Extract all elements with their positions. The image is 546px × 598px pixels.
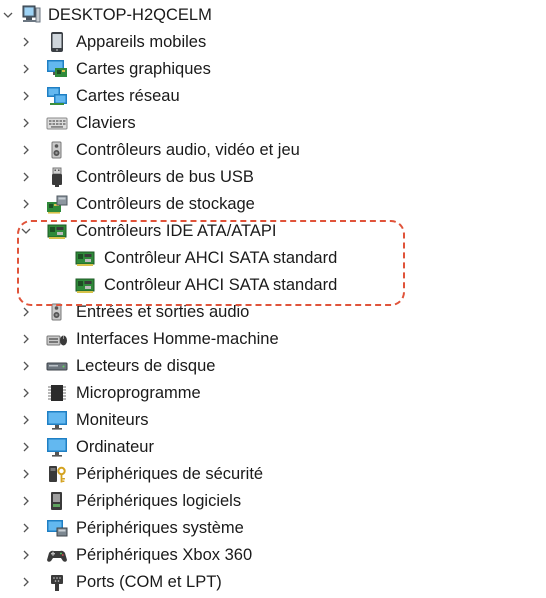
tree-item-label: Claviers [76, 114, 136, 132]
tree-category[interactable]: Périphériques Xbox 360 [0, 542, 546, 569]
chevron-right-icon[interactable] [19, 305, 33, 319]
tree-category[interactable]: Périphériques système [0, 515, 546, 542]
chevron-right-icon[interactable] [19, 494, 33, 508]
tree-category[interactable]: Interfaces Homme-machine [0, 326, 546, 353]
tree-item-label: Ports (COM et LPT) [76, 573, 222, 591]
chevron-right-icon[interactable] [19, 35, 33, 49]
security-key-icon [46, 463, 68, 485]
chevron-right-icon[interactable] [19, 62, 33, 76]
tree-item-label: Cartes graphiques [76, 60, 211, 78]
speaker-icon [46, 139, 68, 161]
tree-category[interactable]: Lecteurs de disque [0, 353, 546, 380]
chevron-down-icon[interactable] [1, 8, 15, 22]
tree-category[interactable]: Moniteurs [0, 407, 546, 434]
chevron-down-icon[interactable] [19, 224, 33, 238]
software-device-icon [46, 490, 68, 512]
tree-root[interactable]: DESKTOP-H2QCELM [0, 2, 546, 29]
chevron-right-icon[interactable] [19, 467, 33, 481]
storage-controller-icon [46, 193, 68, 215]
tree-category[interactable]: Cartes réseau [0, 83, 546, 110]
usb-icon [46, 166, 68, 188]
monitor-icon [46, 436, 68, 458]
chevron-right-icon[interactable] [19, 359, 33, 373]
tree-item-label: Contrôleur AHCI SATA standard [104, 249, 338, 267]
chevron-right-icon[interactable] [19, 332, 33, 346]
firmware-chip-icon [46, 382, 68, 404]
tree-category[interactable]: Appareils mobiles [0, 29, 546, 56]
tree-item-label: Microprogramme [76, 384, 201, 402]
tree-category[interactable]: Contrôleurs audio, vidéo et jeu [0, 137, 546, 164]
tree-item-label: Périphériques Xbox 360 [76, 546, 253, 564]
tree-item-label: Ordinateur [76, 438, 154, 456]
tree-device[interactable]: Contrôleur AHCI SATA standard [0, 272, 546, 299]
tree-item-label: Entrées et sorties audio [76, 303, 250, 321]
tree-category[interactable]: Contrôleurs de stockage [0, 191, 546, 218]
chevron-right-icon[interactable] [19, 89, 33, 103]
tree-item-label: Contrôleur AHCI SATA standard [104, 276, 338, 294]
computer-icon [20, 4, 42, 26]
keyboard-icon [46, 112, 68, 134]
tree-item-label: Cartes réseau [76, 87, 180, 105]
ide-controller-icon [74, 274, 96, 296]
tree-item-label: Périphériques système [76, 519, 244, 537]
display-adapter-icon [46, 58, 68, 80]
tree-category[interactable]: Périphériques logiciels [0, 488, 546, 515]
tree-item-label: Périphériques de sécurité [76, 465, 264, 483]
chevron-right-icon[interactable] [19, 170, 33, 184]
tree-item-label: Lecteurs de disque [76, 357, 216, 375]
tree-category[interactable]: Microprogramme [0, 380, 546, 407]
chevron-right-icon[interactable] [19, 440, 33, 454]
tree-item-label: Contrôleurs de stockage [76, 195, 255, 213]
tree-item-label: Contrôleurs audio, vidéo et jeu [76, 141, 300, 159]
tree-category[interactable]: Entrées et sorties audio [0, 299, 546, 326]
network-adapter-icon [46, 85, 68, 107]
tree-category[interactable]: Claviers [0, 110, 546, 137]
tree-category[interactable]: Contrôleurs IDE ATA/ATAPI [0, 218, 546, 245]
gamepad-icon [46, 544, 68, 566]
tree-category[interactable]: Périphériques de sécurité [0, 461, 546, 488]
chevron-right-icon[interactable] [19, 116, 33, 130]
tree-category[interactable]: Contrôleurs de bus USB [0, 164, 546, 191]
tree-item-label: Appareils mobiles [76, 33, 207, 51]
tree-item-label: Contrôleurs de bus USB [76, 168, 254, 186]
tree-item-label: DESKTOP-H2QCELM [48, 6, 212, 24]
tree-item-label: Périphériques logiciels [76, 492, 242, 510]
chevron-right-icon[interactable] [19, 386, 33, 400]
tree-category[interactable]: Cartes graphiques [0, 56, 546, 83]
chevron-right-icon[interactable] [19, 575, 33, 589]
tree-item-label: Moniteurs [76, 411, 149, 429]
tree-item-label: Interfaces Homme-machine [76, 330, 279, 348]
tree-category[interactable]: Ordinateur [0, 434, 546, 461]
chevron-right-icon[interactable] [19, 413, 33, 427]
chevron-right-icon[interactable] [19, 548, 33, 562]
tree-item-label: Contrôleurs IDE ATA/ATAPI [76, 222, 277, 240]
hid-icon [46, 328, 68, 350]
chevron-right-icon[interactable] [19, 197, 33, 211]
system-device-icon [46, 517, 68, 539]
ide-controller-icon [46, 220, 68, 242]
monitor-icon [46, 409, 68, 431]
speaker-icon [46, 301, 68, 323]
chevron-right-icon[interactable] [19, 143, 33, 157]
ide-controller-icon [74, 247, 96, 269]
mobile-device-icon [46, 31, 68, 53]
disk-drive-icon [46, 355, 68, 377]
tree-category[interactable]: Ports (COM et LPT) [0, 569, 546, 596]
tree-device[interactable]: Contrôleur AHCI SATA standard [0, 245, 546, 272]
chevron-right-icon[interactable] [19, 521, 33, 535]
port-icon [46, 571, 68, 593]
